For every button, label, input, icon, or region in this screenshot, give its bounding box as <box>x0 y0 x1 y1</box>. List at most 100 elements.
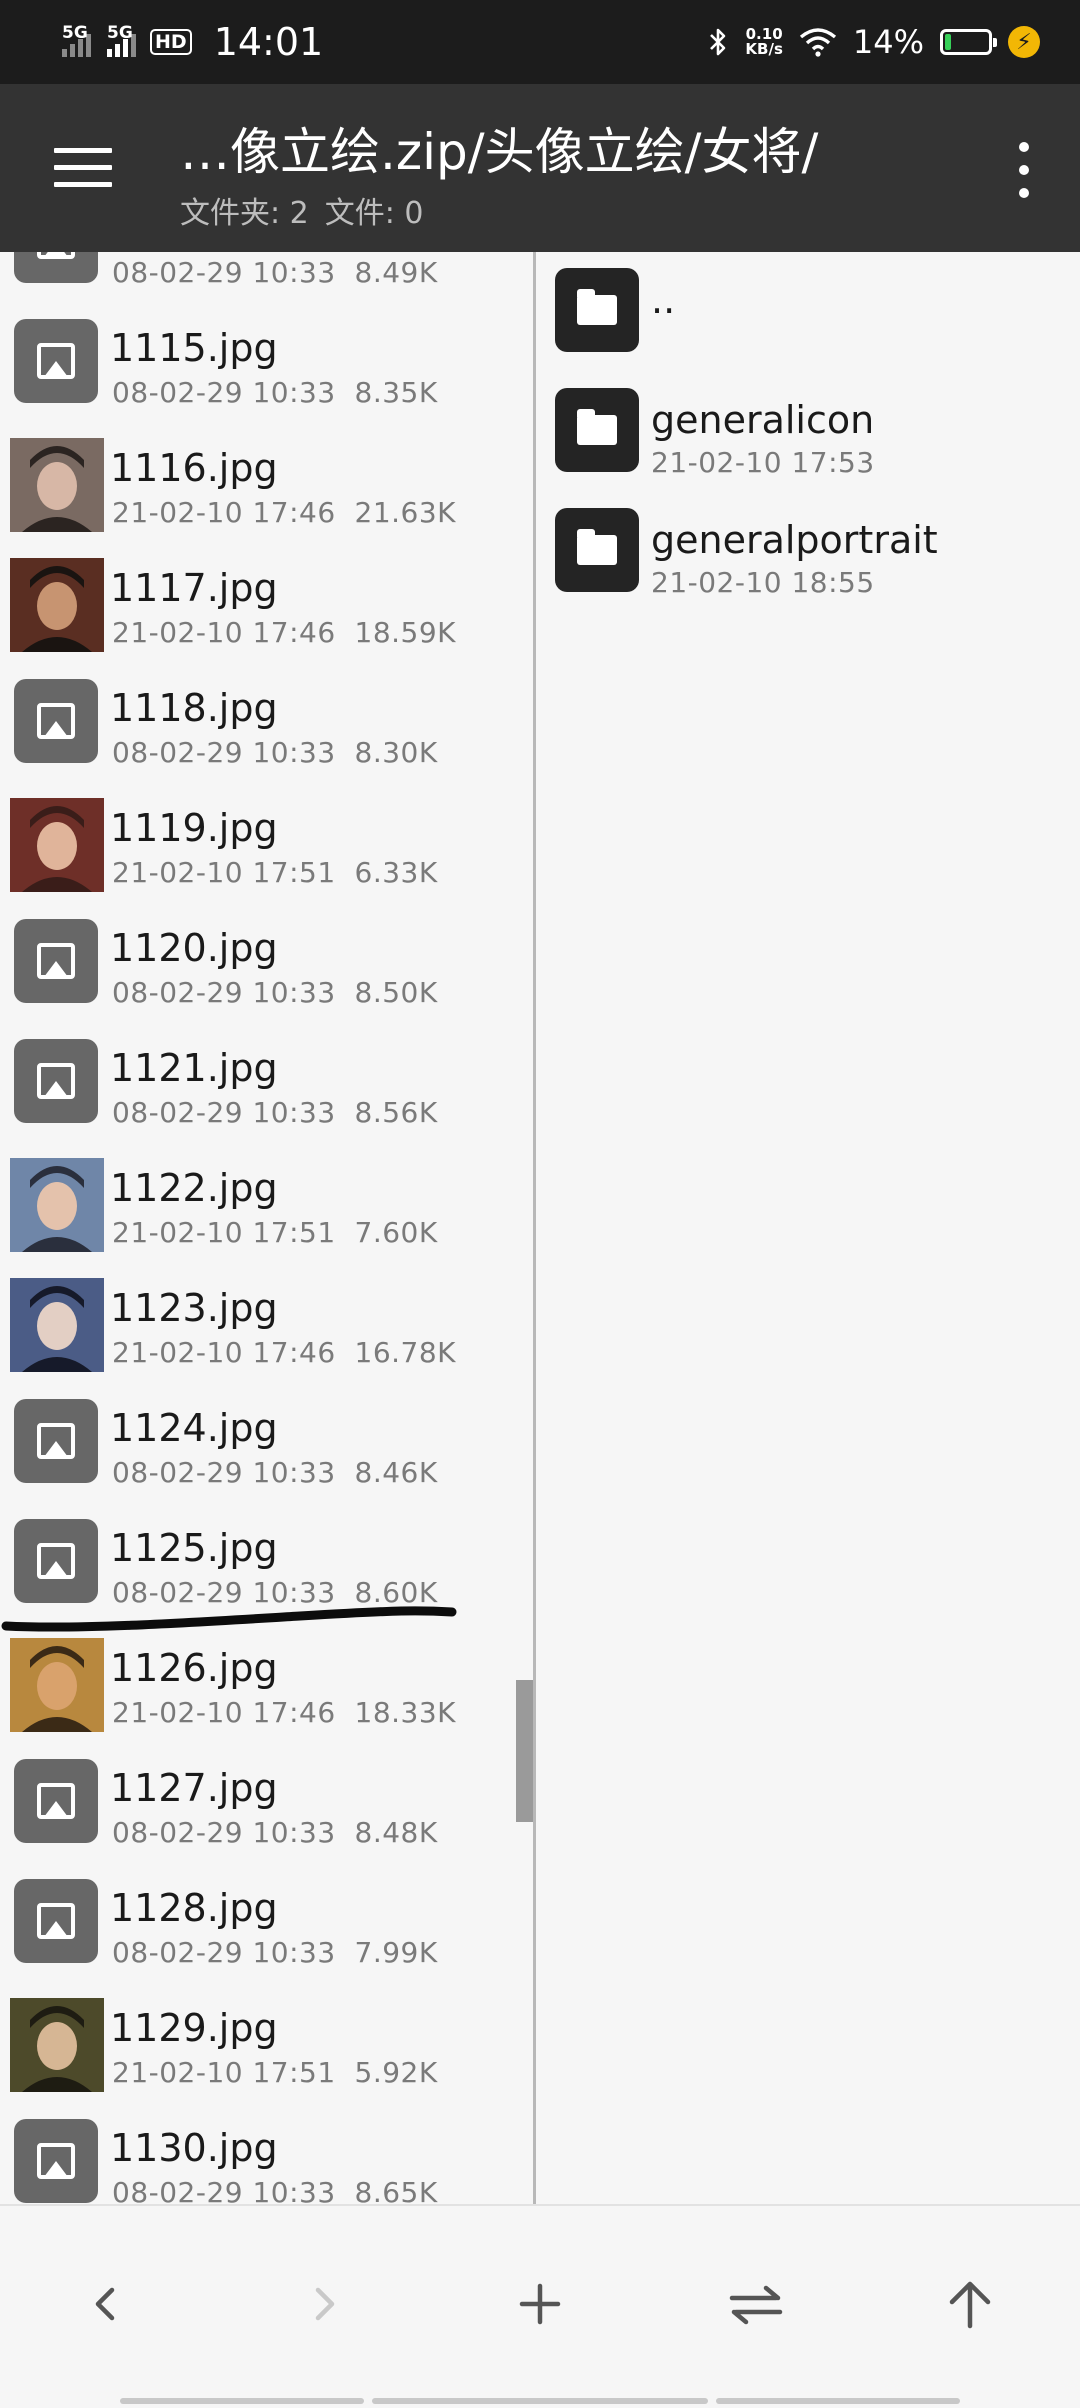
folder-name: generalicon <box>651 398 875 442</box>
battery-icon <box>940 29 997 55</box>
portrait-thumbnail <box>10 1638 104 1732</box>
left-file-list: 08-02-29 10:33 8.49K 1115.jpg 08-02-29 10:… <box>0 252 533 2204</box>
file-name: 1117.jpg <box>110 566 278 610</box>
scrollbar-thumb[interactable] <box>516 1680 533 1822</box>
file-name: 1128.jpg <box>110 1886 278 1930</box>
file-name: 1122.jpg <box>110 1166 278 1210</box>
file-row[interactable]: 1129.jpg 21-02-10 17:51 5.92K <box>0 1980 533 2100</box>
file-size: 8.35K <box>354 376 438 409</box>
file-name: 1121.jpg <box>110 1046 278 1090</box>
portrait-thumbnail <box>10 438 104 532</box>
file-size: 16.78K <box>354 1336 457 1369</box>
plus-icon[interactable] <box>500 2264 580 2344</box>
image-file-icon <box>14 1039 98 1123</box>
portrait-thumbnail-image <box>10 438 104 532</box>
image-file-icon <box>14 1399 98 1483</box>
folder-row[interactable]: generalportrait 21-02-10 18:55 <box>539 492 1080 612</box>
file-meta: 21-02-10 17:46 21.63K <box>112 496 456 529</box>
file-row[interactable]: 1127.jpg 08-02-29 10:33 8.48K <box>0 1740 533 1860</box>
file-date: 21-02-10 17:46 <box>112 1696 336 1729</box>
file-row[interactable]: 1118.jpg 08-02-29 10:33 8.30K <box>0 660 533 780</box>
file-date: 08-02-29 10:33 <box>112 976 336 1009</box>
file-row[interactable]: 1130.jpg 08-02-29 10:33 8.65K <box>0 2100 533 2204</box>
file-date: 08-02-29 10:33 <box>112 2176 336 2204</box>
file-name: 1127.jpg <box>110 1766 278 1810</box>
parent-folder-row[interactable]: .. <box>539 252 1080 372</box>
signal-2-label: 5G <box>107 23 133 43</box>
file-row[interactable]: 1119.jpg 21-02-10 17:51 6.33K <box>0 780 533 900</box>
file-size: 6.33K <box>354 856 438 889</box>
net-speed-unit: KB/s <box>745 40 783 58</box>
portrait-thumbnail <box>10 1158 104 1252</box>
hamburger-menu-icon[interactable] <box>54 148 112 188</box>
image-file-icon <box>14 919 98 1003</box>
file-name: 1120.jpg <box>110 926 278 970</box>
file-date: 08-02-29 10:33 <box>112 256 336 289</box>
file-date: 21-02-10 17:46 <box>112 1336 336 1369</box>
folder-name: .. <box>651 278 676 322</box>
file-name: 1115.jpg <box>110 326 278 370</box>
image-file-icon <box>14 1519 98 1603</box>
left-file-pane[interactable]: 08-02-29 10:33 8.49K 1115.jpg 08-02-29 10:… <box>0 252 536 2204</box>
file-row[interactable]: 1123.jpg 21-02-10 17:46 16.78K <box>0 1260 533 1380</box>
charging-bolt-icon: ⚡ <box>1008 26 1040 58</box>
file-row[interactable]: 08-02-29 10:33 8.49K <box>0 252 533 300</box>
arrow-up-icon[interactable] <box>930 2264 1010 2344</box>
file-count: 文件: 0 <box>324 196 424 231</box>
file-date: 21-02-10 17:51 <box>112 1216 336 1249</box>
file-row[interactable]: 1128.jpg 08-02-29 10:33 7.99K <box>0 1860 533 1980</box>
nav-gesture-bar-left <box>120 2398 364 2404</box>
file-name: 1129.jpg <box>110 2006 278 2050</box>
battery-fill <box>945 34 951 50</box>
file-meta: 21-02-10 17:46 16.78K <box>112 1336 456 1369</box>
file-row[interactable]: 1120.jpg 08-02-29 10:33 8.50K <box>0 900 533 1020</box>
file-meta: 21-02-10 17:46 18.33K <box>112 1696 456 1729</box>
file-size: 8.65K <box>354 2176 438 2204</box>
file-meta: 08-02-29 10:33 8.56K <box>112 1096 438 1129</box>
file-date: 21-02-10 17:46 <box>112 496 336 529</box>
clock: 14:01 <box>213 20 324 64</box>
file-meta: 08-02-29 10:33 8.60K <box>112 1576 438 1609</box>
file-row[interactable]: 1125.jpg 08-02-29 10:33 8.60K <box>0 1500 533 1620</box>
nav-gesture-bar-center <box>372 2398 708 2404</box>
file-date: 08-02-29 10:33 <box>112 1816 336 1849</box>
portrait-thumbnail-image <box>10 1278 104 1372</box>
file-date: 21-02-10 17:46 <box>112 616 336 649</box>
folder-count: 文件夹: 2 <box>180 196 309 231</box>
right-file-pane[interactable]: .. generalicon 21-02-10 17:53 generalportra… <box>539 252 1080 2204</box>
battery-percent: 14% <box>852 23 924 61</box>
signal-1-label: 5G <box>62 23 88 43</box>
file-name: 1119.jpg <box>110 806 278 850</box>
file-size: 7.60K <box>354 1216 438 1249</box>
file-meta: 08-02-29 10:33 8.48K <box>112 1816 438 1849</box>
chevron-right-icon[interactable] <box>284 2264 364 2344</box>
file-date: 08-02-29 10:33 <box>112 376 336 409</box>
file-size: 18.33K <box>354 1696 457 1729</box>
wifi-icon <box>799 28 836 57</box>
file-row[interactable]: 1121.jpg 08-02-29 10:33 8.56K <box>0 1020 533 1140</box>
folder-row[interactable]: generalicon 21-02-10 17:53 <box>539 372 1080 492</box>
file-meta: 08-02-29 10:33 8.50K <box>112 976 438 1009</box>
file-date: 08-02-29 10:33 <box>112 1096 336 1129</box>
file-date: 21-02-10 17:51 <box>112 2056 336 2089</box>
status-bar-right: 0.10 KB/s 14% ⚡ <box>707 0 1040 84</box>
file-row[interactable]: 1124.jpg 08-02-29 10:33 8.46K <box>0 1380 533 1500</box>
file-row[interactable]: 1117.jpg 21-02-10 17:46 18.59K <box>0 540 533 660</box>
chevron-left-icon[interactable] <box>66 2264 146 2344</box>
file-row[interactable]: 1115.jpg 08-02-29 10:33 8.35K <box>0 300 533 420</box>
file-name: 1130.jpg <box>110 2126 278 2170</box>
status-bar-left: 5G 5G HD 14:01 <box>60 0 323 84</box>
file-row[interactable]: 1126.jpg 21-02-10 17:46 18.33K <box>0 1620 533 1740</box>
file-meta: 08-02-29 10:33 8.65K <box>112 2176 438 2204</box>
file-row[interactable]: 1116.jpg 21-02-10 17:46 21.63K <box>0 420 533 540</box>
swap-horizontal-icon[interactable] <box>716 2264 796 2344</box>
portrait-thumbnail <box>10 1278 104 1372</box>
nav-gesture-bar-right <box>716 2398 960 2404</box>
more-vert-icon[interactable] <box>1012 142 1036 198</box>
file-row[interactable]: 1122.jpg 21-02-10 17:51 7.60K <box>0 1140 533 1260</box>
file-size: 8.48K <box>354 1816 438 1849</box>
folder-name: generalportrait <box>651 518 938 562</box>
status-bar: 5G 5G HD 14:01 0.10 KB/s 14% ⚡ <box>0 0 1080 84</box>
file-name: 1116.jpg <box>110 446 278 490</box>
item-counts: 文件夹: 2 文件: 0 <box>180 188 423 232</box>
